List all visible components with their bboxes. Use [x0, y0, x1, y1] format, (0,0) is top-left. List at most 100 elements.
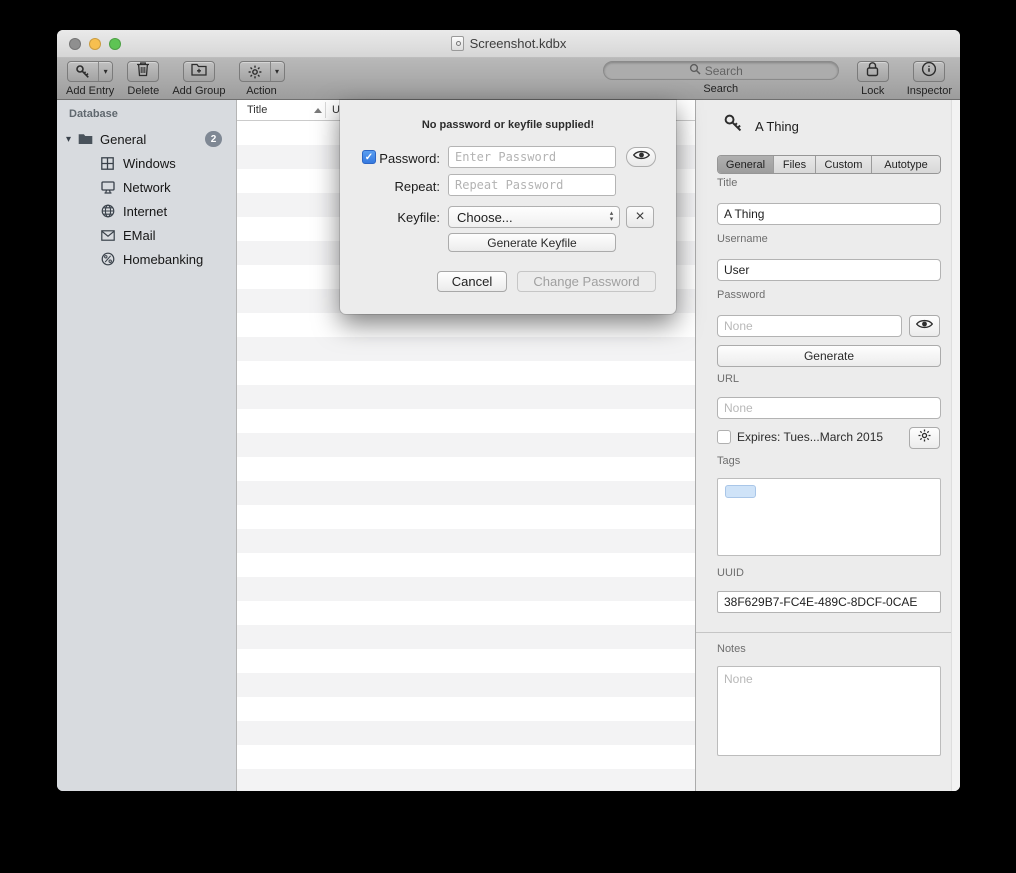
- column-divider[interactable]: [325, 102, 326, 118]
- action-button[interactable]: ▾: [239, 61, 285, 82]
- repeat-input[interactable]: [448, 174, 616, 196]
- key-icon: [723, 113, 744, 139]
- sidebar-item-label: Windows: [123, 156, 176, 171]
- delete-label: Delete: [127, 85, 159, 97]
- document-icon: [451, 36, 464, 51]
- search-item: Search: [603, 61, 839, 95]
- inspector-tabs: General Files Custom Autotype: [717, 155, 941, 174]
- password-input[interactable]: [448, 146, 616, 168]
- disclosure-triangle-icon[interactable]: ▾: [66, 134, 78, 145]
- sidebar-group-label: General: [100, 132, 146, 147]
- search-field[interactable]: [603, 61, 839, 80]
- uuid-field[interactable]: 38F629B7-FC4E-489C-8DCF-0CAE: [717, 591, 941, 613]
- window-title: Screenshot.kdbx: [470, 36, 567, 51]
- password-label: Password:: [340, 151, 440, 166]
- keyfile-popup-value: Choose...: [449, 210, 604, 225]
- sidebar-item-email[interactable]: EMail: [57, 223, 236, 247]
- generate-keyfile-button[interactable]: Generate Keyfile: [448, 233, 616, 252]
- sort-ascending-icon: [314, 108, 322, 113]
- sidebar-item-windows[interactable]: Windows: [57, 151, 236, 175]
- lock-label: Lock: [861, 85, 884, 97]
- trash-icon: [136, 61, 150, 82]
- search-input[interactable]: [705, 64, 753, 78]
- chevron-down-icon[interactable]: ▾: [98, 62, 112, 81]
- password-field-label: Password: [717, 289, 765, 301]
- title-field[interactable]: [717, 203, 941, 225]
- action-label: Action: [246, 85, 277, 97]
- inspector-button[interactable]: [913, 61, 945, 82]
- chevron-down-icon[interactable]: ▾: [270, 62, 284, 81]
- inspector-divider: [696, 632, 960, 633]
- toolbar-right-group: Search Lock Inspec: [603, 61, 952, 97]
- add-entry-label: Add Entry: [66, 85, 114, 97]
- cancel-button[interactable]: Cancel: [437, 271, 507, 292]
- tab-files[interactable]: Files: [774, 156, 816, 173]
- url-field[interactable]: [717, 397, 941, 419]
- search-icon: [689, 62, 701, 80]
- add-group-label: Add Group: [172, 85, 225, 97]
- title-field-label: Title: [717, 177, 737, 189]
- sidebar-item-label: EMail: [123, 228, 156, 243]
- generate-password-button[interactable]: Generate: [717, 345, 941, 367]
- add-group-item: Add Group: [172, 61, 225, 97]
- tag-token[interactable]: [725, 485, 756, 498]
- globe-icon: [100, 204, 115, 218]
- sidebar-item-label: Network: [123, 180, 171, 195]
- inspector-panel: A Thing General Files Custom Autotype Ti…: [695, 100, 960, 791]
- sidebar-header: Database: [69, 108, 118, 120]
- folder-plus-icon: [191, 62, 207, 81]
- titlebar: Screenshot.kdbx: [57, 30, 960, 58]
- password-field[interactable]: [717, 315, 902, 337]
- info-icon: [921, 61, 937, 82]
- notes-textarea[interactable]: [717, 666, 941, 756]
- repeat-label: Repeat:: [340, 179, 440, 194]
- key-icon: [68, 64, 98, 80]
- sidebar-item-label: Homebanking: [123, 252, 203, 267]
- expires-row: Expires: Tues...March 2015: [717, 430, 883, 444]
- inspector-item: Inspector: [907, 61, 952, 97]
- entry-title: A Thing: [755, 119, 799, 134]
- windows-icon: [100, 157, 115, 170]
- expires-label: Expires: Tues...March 2015: [737, 430, 883, 444]
- inspector-label: Inspector: [907, 85, 952, 97]
- keyfile-label: Keyfile:: [340, 210, 440, 225]
- action-item: ▾ Action: [239, 61, 285, 97]
- keyfile-popup[interactable]: Choose... ▴▾: [448, 206, 620, 228]
- sidebar-item-internet[interactable]: Internet: [57, 199, 236, 223]
- inspector-title-row: A Thing: [723, 113, 799, 139]
- lock-item: Lock: [857, 61, 889, 97]
- sidebar: Database ▾ General 2 Windows: [57, 100, 237, 791]
- sheet-message: No password or keyfile supplied!: [340, 119, 676, 131]
- change-password-button[interactable]: Change Password: [517, 271, 656, 292]
- sidebar-item-network[interactable]: Network: [57, 175, 236, 199]
- column-header-username[interactable]: U: [332, 104, 340, 116]
- toolbar-left-group: ▾ Add Entry Delete: [66, 61, 285, 97]
- username-field[interactable]: [717, 259, 941, 281]
- show-password-button[interactable]: [909, 315, 940, 337]
- username-field-label: Username: [717, 233, 768, 245]
- app-window: Screenshot.kdbx ▾ Add Entry: [57, 30, 960, 791]
- lock-button[interactable]: [857, 61, 889, 82]
- add-entry-button[interactable]: ▾: [67, 61, 113, 82]
- tab-autotype[interactable]: Autotype: [872, 156, 940, 173]
- sidebar-group-general[interactable]: ▾ General 2: [57, 127, 236, 151]
- inspector-scrollbar[interactable]: [951, 100, 960, 791]
- expires-checkbox[interactable]: [717, 430, 731, 444]
- tab-custom[interactable]: Custom: [816, 156, 872, 173]
- clear-keyfile-button[interactable]: ×: [626, 206, 654, 228]
- password-sheet-dialog: No password or keyfile supplied! ✓ Passw…: [340, 100, 676, 314]
- gear-icon: [240, 64, 270, 80]
- add-group-button[interactable]: [183, 61, 215, 82]
- tab-general[interactable]: General: [718, 156, 774, 173]
- notes-label: Notes: [717, 643, 746, 655]
- delete-button[interactable]: [127, 61, 159, 82]
- popup-stepper-icon: ▴▾: [604, 211, 619, 223]
- sidebar-item-homebanking[interactable]: Homebanking: [57, 247, 236, 271]
- coin-icon: [100, 252, 115, 266]
- url-field-label: URL: [717, 373, 739, 385]
- column-header-title[interactable]: Title: [247, 104, 267, 116]
- folder-icon: [78, 133, 93, 145]
- expires-settings-button[interactable]: [909, 427, 940, 449]
- tags-box[interactable]: [717, 478, 941, 556]
- show-password-button[interactable]: [626, 147, 656, 167]
